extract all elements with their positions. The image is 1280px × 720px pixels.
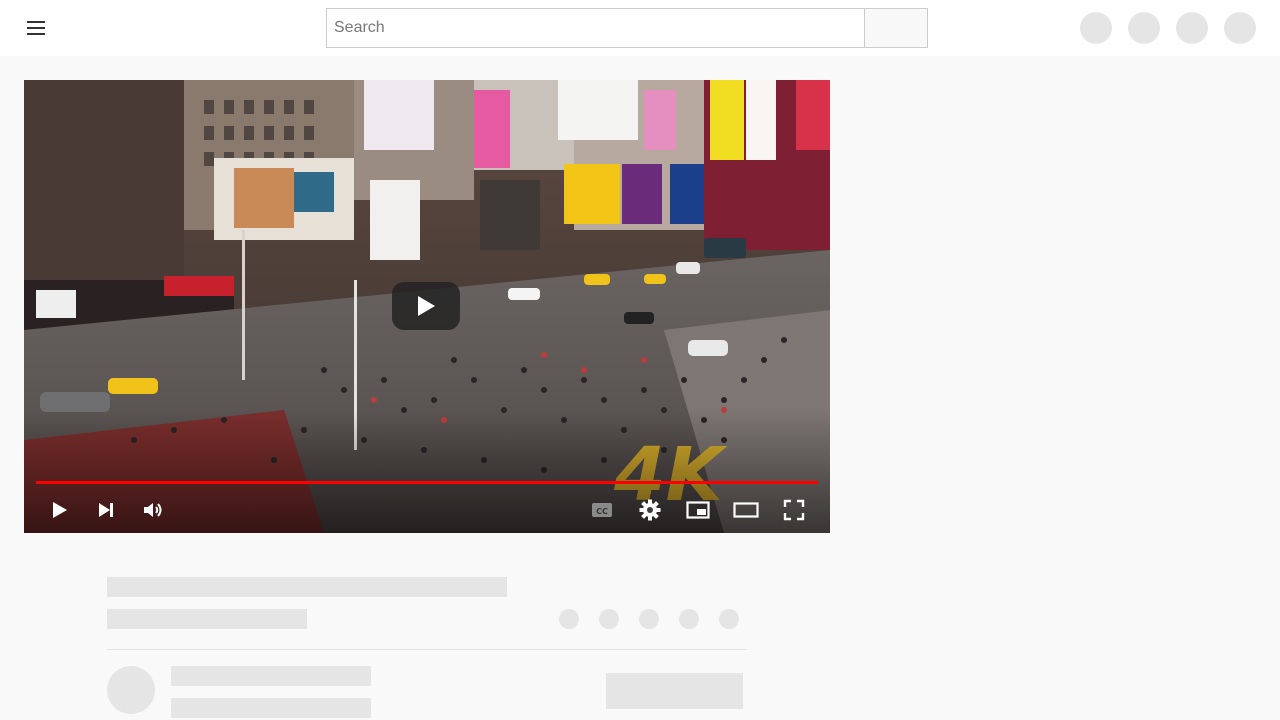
action-placeholder [679, 609, 699, 629]
action-placeholder [599, 609, 619, 629]
play-button[interactable] [42, 493, 76, 527]
video-player[interactable]: 4K CC [24, 80, 830, 533]
miniplayer-icon [686, 501, 710, 519]
channel-name-placeholder [171, 666, 371, 686]
action-placeholder [719, 609, 739, 629]
captions-icon: CC [592, 503, 612, 517]
channel-avatar-placeholder [107, 666, 155, 714]
channel-subs-placeholder [171, 698, 371, 718]
title-placeholder [107, 577, 507, 597]
miniplayer-button[interactable] [681, 493, 715, 527]
top-bar [0, 0, 1280, 56]
divider [107, 649, 747, 650]
captions-button[interactable]: CC [585, 493, 619, 527]
settings-button[interactable] [633, 493, 667, 527]
avatar[interactable] [1224, 12, 1256, 44]
next-icon [99, 503, 113, 517]
progress-bar-fill [36, 481, 818, 484]
play-icon [53, 502, 67, 518]
views-placeholder [107, 609, 307, 629]
theater-mode-button[interactable] [729, 493, 763, 527]
fullscreen-icon [783, 499, 805, 521]
theater-mode-icon [733, 502, 759, 518]
fullscreen-button[interactable] [777, 493, 811, 527]
settings-icon [639, 499, 661, 521]
svg-text:CC: CC [596, 507, 608, 516]
volume-icon [144, 503, 162, 517]
play-icon [418, 296, 435, 316]
search-button[interactable] [864, 8, 928, 48]
subscribe-button-placeholder[interactable] [606, 673, 743, 709]
menu-icon[interactable] [24, 16, 48, 40]
large-play-button[interactable] [392, 282, 460, 330]
volume-button[interactable] [136, 493, 170, 527]
search-box [326, 8, 864, 48]
apps-icon[interactable] [1128, 12, 1160, 44]
action-placeholder [639, 609, 659, 629]
action-placeholder [559, 609, 579, 629]
create-icon[interactable] [1080, 12, 1112, 44]
notifications-icon[interactable] [1176, 12, 1208, 44]
next-button[interactable] [89, 493, 123, 527]
progress-bar[interactable] [36, 481, 818, 484]
search-input[interactable] [327, 9, 864, 47]
